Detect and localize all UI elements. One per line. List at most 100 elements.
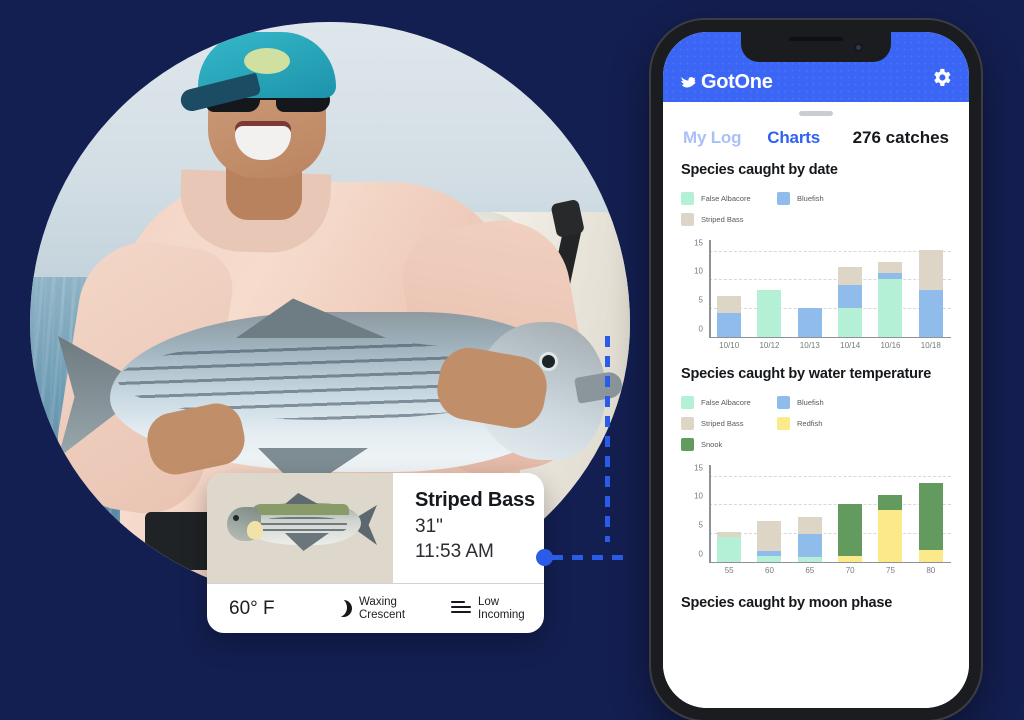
connector-vertical-dash — [605, 336, 610, 542]
x-tick-label: 10/18 — [920, 340, 941, 350]
legend-swatch-icon — [777, 192, 790, 205]
legend-swatch-icon — [681, 192, 694, 205]
thumb-fish-stripes — [257, 517, 347, 535]
chart-plot-2: 0 5 10 15 55 60 65 70 75 80 — [681, 463, 951, 577]
bar-segment — [797, 307, 822, 337]
tab-bar: My Log Charts 276 catches — [663, 116, 969, 148]
connector-horizontal-dash — [552, 555, 628, 560]
legend-item: Striped Bass — [681, 417, 777, 430]
y-tick-label: 5 — [698, 295, 703, 305]
y-tick-label: 15 — [694, 463, 703, 473]
thumb-lure-icon — [247, 521, 263, 539]
stacked-bar[interactable] — [838, 503, 863, 562]
thumb-fish-eye — [233, 515, 239, 521]
catch-length: 31" — [415, 516, 443, 537]
y-tick-label: 0 — [698, 549, 703, 559]
legend-swatch-icon — [681, 417, 694, 430]
catch-card-conditions: 60° F Waxing Crescent Low Incoming — [207, 583, 544, 633]
striped-bass-illustration-icon — [223, 493, 379, 557]
stacked-bar[interactable] — [918, 250, 943, 337]
bar-segment — [797, 516, 822, 534]
x-tick-label: 10/14 — [840, 340, 861, 350]
legend-item: False Albacore — [681, 192, 777, 205]
legend-label: Redfish — [797, 419, 823, 428]
legend-swatch-icon — [681, 438, 694, 451]
phone-screen: GotOne My Log Charts 276 catches Species… — [663, 32, 969, 708]
stacked-bar[interactable] — [757, 520, 782, 562]
chart-title-1: Species caught by date — [681, 162, 838, 178]
legend-label: False Albacore — [701, 194, 751, 203]
chart-plot-1: 0 5 10 15 10/10 10/12 10/13 10/14 10/16 10/18 — [681, 238, 951, 352]
catch-card[interactable]: Striped Bass 31" 11:53 AM 60° F Waxing C… — [207, 473, 544, 633]
water-temperature: 60° F — [229, 597, 275, 619]
catch-thumbnail — [207, 473, 393, 583]
chart-title-3: Species caught by moon phase — [681, 595, 893, 611]
x-tick-label: 10/12 — [759, 340, 780, 350]
tab-charts[interactable]: Charts — [767, 128, 820, 148]
chart-block-species-by-date: Species caught by date False Albacore Blu… — [663, 148, 969, 352]
legend-item: Redfish — [777, 417, 873, 430]
x-tick-label: 80 — [926, 565, 936, 575]
front-camera-icon — [854, 43, 863, 52]
crescent-moon-icon — [330, 598, 352, 617]
gear-icon[interactable] — [930, 66, 953, 94]
stacked-bar[interactable] — [838, 267, 863, 337]
moon-phase-line1: Waxing — [359, 595, 397, 608]
y-tick-label: 10 — [694, 266, 703, 276]
moon-phase-label: Waxing Crescent — [359, 596, 405, 622]
bar-segment — [757, 555, 782, 562]
phone-notch — [741, 32, 891, 62]
legend-label: Striped Bass — [701, 419, 744, 428]
chart-block-species-by-water-temperature: Species caught by water temperature Fals… — [663, 352, 969, 577]
y-axis: 0 5 10 15 — [681, 463, 709, 563]
tide-line2: Incoming — [478, 608, 525, 621]
x-tick-label: 70 — [845, 565, 855, 575]
legend-item: Striped Bass — [681, 213, 777, 226]
x-tick-label: 10/13 — [799, 340, 820, 350]
legend-item: Bluefish — [777, 192, 873, 205]
legend-swatch-icon — [681, 396, 694, 409]
bar-segment — [717, 296, 742, 314]
fish-logo-icon — [679, 73, 698, 92]
bar-segment — [797, 533, 822, 557]
stacked-bar[interactable] — [878, 261, 903, 337]
catch-species: Striped Bass — [415, 489, 535, 511]
moon-phase: Waxing Crescent — [330, 596, 451, 622]
bar-segment — [918, 290, 943, 337]
bar-segment — [838, 267, 863, 285]
legend-swatch-icon — [681, 213, 694, 226]
legend-label: Striped Bass — [701, 215, 744, 224]
stacked-bar[interactable] — [717, 296, 742, 337]
bar-segment — [838, 555, 863, 562]
legend-swatch-icon — [777, 417, 790, 430]
bar-segment — [878, 510, 903, 562]
x-tick-label: 65 — [805, 565, 815, 575]
connector-dot — [536, 549, 553, 566]
bar-segment — [717, 537, 742, 562]
chart-legend-1: False Albacore Bluefish Striped Bass — [681, 192, 951, 226]
legend-swatch-icon — [777, 396, 790, 409]
stacked-bar[interactable] — [757, 290, 782, 337]
chart-title-2: Species caught by water temperature — [681, 366, 932, 382]
phone-mockup: GotOne My Log Charts 276 catches Species… — [651, 20, 981, 720]
stacked-bar[interactable] — [797, 516, 822, 562]
legend-label: False Albacore — [701, 398, 751, 407]
tide-label: Low Incoming — [478, 596, 525, 622]
chart-legend-2: False Albacore Bluefish Striped Bass Redfis… — [681, 396, 951, 451]
bar-segment — [838, 284, 863, 308]
y-tick-label: 15 — [694, 238, 703, 248]
catch-card-top: Striped Bass 31" 11:53 AM — [207, 473, 544, 583]
waves-icon — [451, 601, 471, 616]
legend-label: Bluefish — [797, 194, 824, 203]
moon-phase-line2: Crescent — [359, 608, 406, 621]
stacked-bar[interactable] — [797, 307, 822, 337]
earpiece-speaker — [789, 37, 843, 41]
stacked-bar[interactable] — [918, 483, 943, 562]
stacked-bar[interactable] — [878, 494, 903, 562]
legend-item: False Albacore — [681, 396, 777, 409]
tab-my-log[interactable]: My Log — [683, 128, 741, 148]
stacked-bar[interactable] — [717, 531, 742, 562]
bar-group — [709, 465, 951, 562]
bar-segment — [918, 483, 943, 550]
app-brand-name: GotOne — [701, 71, 773, 93]
